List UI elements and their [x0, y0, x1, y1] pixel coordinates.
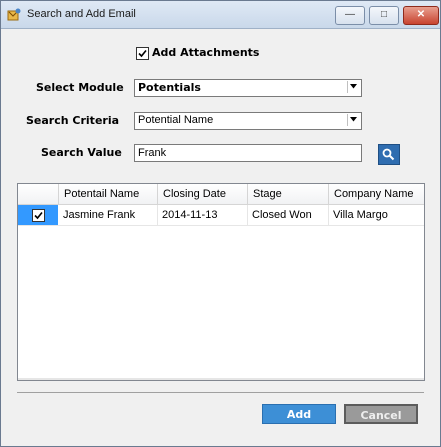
- add-attachments-checkbox[interactable]: [136, 47, 149, 60]
- dropdown-arrow-icon[interactable]: [347, 114, 360, 126]
- select-module-dropdown[interactable]: Potentials: [134, 79, 362, 97]
- search-value-input[interactable]: [134, 144, 362, 162]
- grid-header: Potentail Name Closing Date Stage Compan…: [18, 184, 424, 205]
- column-header-select[interactable]: [18, 184, 59, 204]
- select-module-value: Potentials: [138, 81, 201, 94]
- cell-closing-date: 2014-11-13: [158, 205, 248, 225]
- cell-company-name: Villa Margo: [333, 209, 388, 221]
- cell-potential-name: Jasmine Frank: [59, 205, 158, 225]
- maximize-button[interactable]: □: [369, 6, 399, 25]
- cancel-button[interactable]: Cancel: [344, 404, 418, 424]
- title-bar: Search and Add Email — □ ✕: [1, 1, 440, 29]
- search-icon: [382, 148, 395, 161]
- window-title: Search and Add Email: [27, 8, 136, 20]
- column-header-stage[interactable]: Stage: [248, 184, 329, 204]
- minimize-button[interactable]: —: [335, 6, 365, 25]
- row-select-checkbox[interactable]: [32, 209, 45, 222]
- close-button[interactable]: ✕: [403, 6, 439, 25]
- row-select-cell[interactable]: [18, 205, 58, 225]
- cell-stage: Closed Won: [248, 205, 329, 225]
- column-header-potential-name[interactable]: Potentail Name: [59, 184, 158, 204]
- table-row[interactable]: Jasmine Frank 2014-11-13 Closed Won Vill…: [18, 205, 424, 226]
- add-button[interactable]: Add: [262, 404, 336, 424]
- checkbox-checked-icon: [34, 211, 43, 220]
- select-module-label: Select Module: [36, 81, 124, 94]
- grid-scroll-strip: [18, 378, 424, 380]
- column-header-company-name[interactable]: Company Name: [329, 184, 424, 204]
- search-button[interactable]: [378, 144, 400, 165]
- column-header-closing-date[interactable]: Closing Date: [158, 184, 248, 204]
- search-add-email-window: Search and Add Email — □ ✕ Add Attachmen…: [0, 0, 441, 447]
- add-attachments-label: Add Attachments: [152, 46, 260, 59]
- dropdown-arrow-icon[interactable]: [347, 81, 360, 93]
- search-criteria-label: Search Criteria: [26, 114, 120, 127]
- search-value-label: Search Value: [41, 146, 122, 159]
- results-grid: Potentail Name Closing Date Stage Compan…: [17, 183, 425, 381]
- checkbox-checked-icon: [138, 49, 147, 58]
- search-criteria-dropdown[interactable]: Potential Name: [134, 112, 362, 130]
- footer-divider: [17, 392, 424, 393]
- app-icon: [7, 8, 21, 21]
- search-criteria-value: Potential Name: [138, 114, 214, 126]
